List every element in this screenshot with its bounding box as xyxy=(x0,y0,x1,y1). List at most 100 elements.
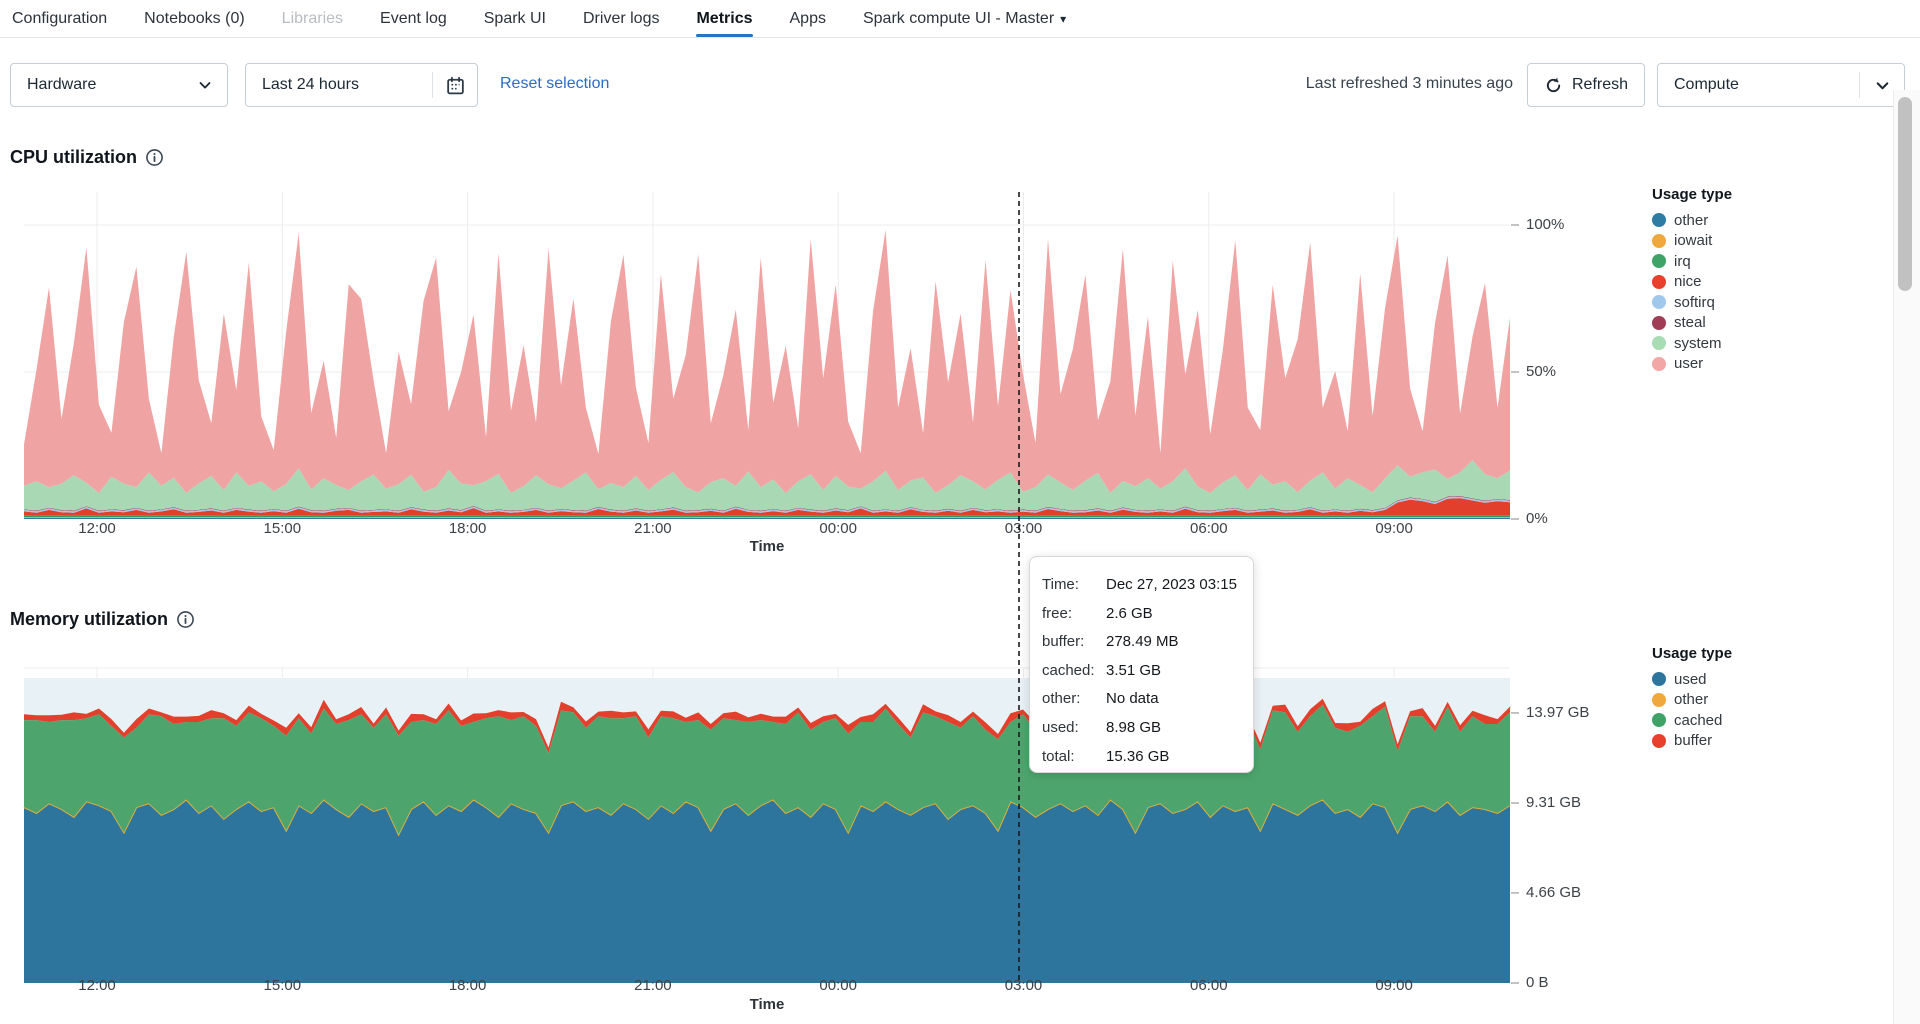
cpu-xtick-label: 00:00 xyxy=(819,520,857,537)
cpu-legend-item-nice[interactable]: nice xyxy=(1652,272,1732,293)
memory-ytick-label: 13.97 GB xyxy=(1526,703,1590,721)
cpu-xtick-label: 15:00 xyxy=(263,520,302,537)
memory-xtick-label: 21:00 xyxy=(634,977,672,994)
compute-select[interactable]: Compute xyxy=(1657,63,1905,107)
tab-spark-compute[interactable]: Spark compute UI - Master ▾ xyxy=(863,0,1066,37)
memory-ytick-label: 0 B xyxy=(1526,974,1549,991)
memory-legend-item-other[interactable]: other xyxy=(1652,690,1732,711)
tooltip-label: other: xyxy=(1042,690,1081,708)
cpu-legend-item-user[interactable]: user xyxy=(1652,354,1732,375)
info-icon[interactable] xyxy=(176,610,195,629)
scrollbar-thumb[interactable] xyxy=(1898,97,1912,291)
refresh-icon xyxy=(1544,76,1563,95)
memory-xtick-label: 09:00 xyxy=(1375,977,1413,994)
memory-legend-item-cached[interactable]: cached xyxy=(1652,710,1732,731)
tooltip-label: used: xyxy=(1042,718,1079,736)
tab-driver-logs[interactable]: Driver logs xyxy=(583,0,659,37)
tooltip-value: 2.6 GB xyxy=(1106,604,1153,622)
tooltip-value: 8.98 GB xyxy=(1106,718,1162,736)
metrics-page: Configuration Notebooks (0) Libraries Event… xyxy=(0,0,1920,1024)
info-icon[interactable] xyxy=(145,148,164,167)
cpu-legend: Usage type other iowait irq nice softirq stea… xyxy=(1652,186,1732,374)
legend-dot-icon xyxy=(1652,733,1666,748)
legend-label: system xyxy=(1674,334,1722,352)
chart-tooltip: Time: Dec 27, 2023 03:15 free: 2.6 GB buffer… xyxy=(1029,556,1254,773)
time-range-picker[interactable]: Last 24 hours xyxy=(245,63,478,107)
cpu-xtick-label: 21:00 xyxy=(634,520,672,537)
legend-dot-icon xyxy=(1652,254,1666,269)
legend-dot-icon xyxy=(1652,274,1666,289)
reset-selection-link[interactable]: Reset selection xyxy=(500,75,609,93)
legend-label: buffer xyxy=(1674,732,1713,750)
cpu-xtick-label: 09:00 xyxy=(1375,520,1413,537)
cpu-xtick-label: 06:00 xyxy=(1190,520,1228,537)
caret-down-icon: ▾ xyxy=(1060,12,1067,26)
legend-dot-icon xyxy=(1652,336,1666,351)
tooltip-value: 278.49 MB xyxy=(1106,633,1179,651)
memory-legend-item-used[interactable]: used xyxy=(1652,669,1732,690)
tooltip-row: Time: Dec 27, 2023 03:15 xyxy=(1042,571,1243,600)
last-refreshed-text: Last refreshed 3 minutes ago xyxy=(1305,75,1513,92)
tooltip-label: total: xyxy=(1042,747,1075,765)
tab-apps[interactable]: Apps xyxy=(790,0,826,37)
legend-dot-icon xyxy=(1652,672,1666,687)
tooltip-value: No data xyxy=(1106,690,1159,708)
tooltip-label: Time: xyxy=(1042,576,1079,593)
tooltip-row: used: 8.98 GB xyxy=(1042,714,1243,743)
memory-title-text: Memory utilization xyxy=(10,609,169,629)
cpu-legend-item-softirq[interactable]: softirq xyxy=(1652,292,1732,313)
cpu-legend-item-iowait[interactable]: iowait xyxy=(1652,231,1732,252)
tab-configuration[interactable]: Configuration xyxy=(12,0,107,37)
memory-xtick-label: 15:00 xyxy=(263,977,302,994)
scrollbar-track[interactable] xyxy=(1893,90,1920,1024)
memory-xtick-label: 06:00 xyxy=(1190,977,1228,994)
tooltip-value: Dec 27, 2023 03:15 xyxy=(1106,576,1237,593)
legend-dot-icon xyxy=(1652,356,1666,371)
legend-dot-icon xyxy=(1652,315,1666,330)
legend-dot-icon xyxy=(1652,713,1666,728)
memory-ytick-label: 9.31 GB xyxy=(1526,794,1582,812)
legend-dot-icon xyxy=(1652,233,1666,248)
legend-dot-icon xyxy=(1652,692,1666,707)
refresh-label: Refresh xyxy=(1571,76,1629,93)
cpu-axis-title: Time xyxy=(749,538,785,555)
legend-label: softirq xyxy=(1674,293,1715,311)
chevron-down-icon xyxy=(183,77,227,93)
tooltip-row: other: No data xyxy=(1042,685,1243,714)
legend-dot-icon xyxy=(1652,213,1666,228)
cpu-section-title: CPU utilization xyxy=(10,147,164,168)
legend-label: nice xyxy=(1674,273,1702,291)
legend-label: user xyxy=(1674,355,1704,373)
memory-ytick-label: 4.66 GB xyxy=(1526,883,1582,901)
calendar-icon[interactable] xyxy=(433,75,477,96)
memory-legend-item-buffer[interactable]: buffer xyxy=(1652,731,1732,752)
cpu-xtick-label: 12:00 xyxy=(78,520,116,537)
tab-libraries: Libraries xyxy=(281,10,344,27)
tab-event-log[interactable]: Event log xyxy=(380,0,447,37)
cpu-legend-item-system[interactable]: system xyxy=(1652,333,1732,354)
legend-label: other xyxy=(1674,691,1709,709)
memory-xtick-label: 03:00 xyxy=(1004,977,1043,994)
cpu-ytick-label: 0% xyxy=(1526,510,1548,527)
time-range-value: Last 24 hours xyxy=(262,76,359,93)
tooltip-label: free: xyxy=(1042,604,1073,622)
metric-category-value: Hardware xyxy=(27,76,97,93)
cpu-legend-item-irq[interactable]: irq xyxy=(1652,251,1732,272)
tab-metrics[interactable]: Metrics xyxy=(696,0,753,37)
tooltip-row: total: 15.36 GB xyxy=(1042,743,1243,772)
memory-utilization-chart[interactable] xyxy=(0,0,1920,1024)
legend-label: used xyxy=(1674,670,1707,688)
memory-section-title: Memory utilization xyxy=(10,609,195,630)
refresh-button[interactable]: Refresh xyxy=(1527,63,1645,107)
cpu-legend-item-other[interactable]: other xyxy=(1652,210,1732,231)
cpu-ytick-label: 50% xyxy=(1526,363,1557,380)
cpu-xtick-label: 18:00 xyxy=(448,520,487,537)
memory-axis-title: Time xyxy=(749,996,785,1013)
tab-spark-ui[interactable]: Spark UI xyxy=(484,0,546,37)
cpu-legend-item-steal[interactable]: steal xyxy=(1652,313,1732,334)
tab-notebooks[interactable]: Notebooks (0) xyxy=(144,0,245,37)
metric-category-select[interactable]: Hardware xyxy=(10,63,228,107)
memory-xtick-label: 18:00 xyxy=(448,977,487,994)
legend-label: other xyxy=(1674,211,1709,229)
cpu-title-text: CPU utilization xyxy=(10,147,137,167)
